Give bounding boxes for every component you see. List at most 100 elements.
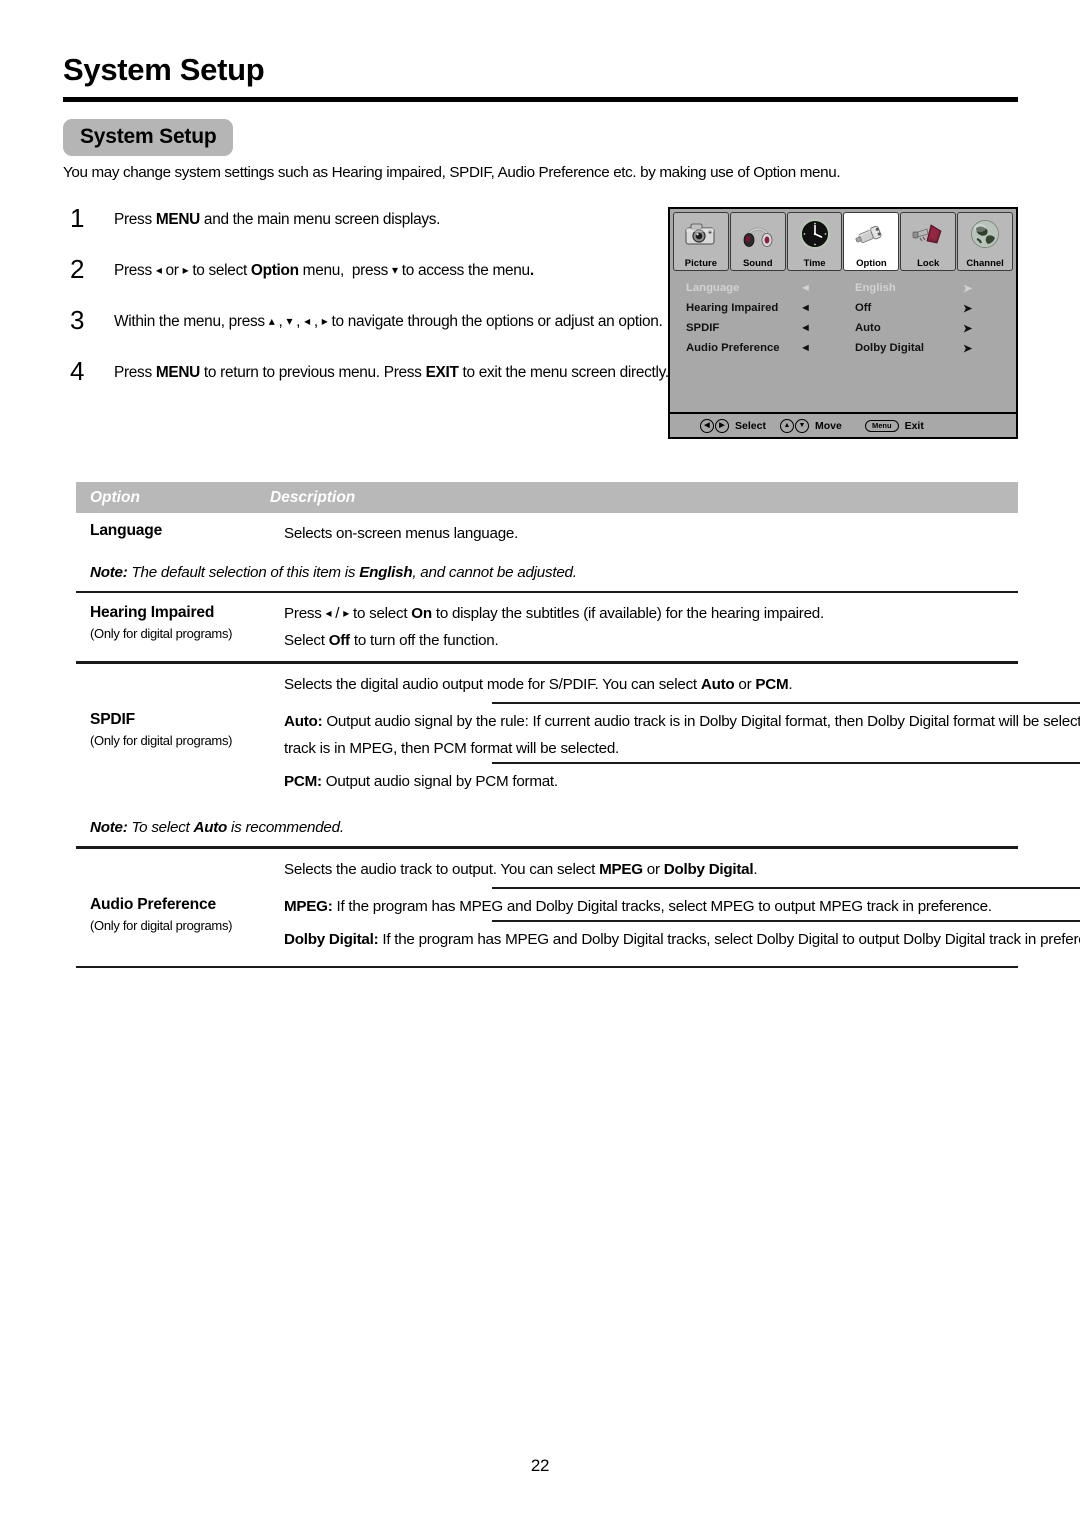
description-text: PCM: Output audio signal by PCM format. [284, 773, 558, 791]
table-note: Note: The default selection of this item… [90, 564, 577, 581]
osd-left-arrow-icon[interactable]: ◄ [800, 322, 855, 334]
osd-tab-sound[interactable]: Sound [729, 212, 786, 271]
description-text: Selects the digital audio output mode fo… [284, 675, 793, 693]
header-divider-rule [63, 97, 1018, 102]
description-text: Dolby Digital: If the program has MPEG a… [284, 930, 1080, 948]
table-divider-full [76, 965, 1018, 969]
osd-row-label: Hearing Impaired [686, 302, 779, 314]
steps-list: 1 Press MENU and the main menu screen dis… [70, 205, 670, 409]
osd-left-arrow-icon[interactable]: ◄ [800, 282, 855, 294]
osd-left-arrow-icon[interactable]: ◄ [800, 342, 855, 354]
description-text: Selects the audio track to output. You c… [284, 860, 758, 878]
option-name: Audio Preference [90, 895, 216, 913]
osd-footer-item: ▲ ▼ Move [780, 418, 842, 433]
osd-tab-option[interactable]: Option [843, 212, 900, 271]
description-text: Press ◂ / ▸ to select On to display the … [284, 605, 824, 623]
description-text: Auto: Output audio signal by the rule: I… [284, 712, 1080, 757]
step-text: Press ◂ or ▸ to select Option menu, pres… [114, 262, 534, 279]
step-text: Within the menu, press ▴ , ▾ , ◂ , ▸ to … [114, 313, 663, 330]
globe-icon [958, 216, 1012, 252]
osd-row-language[interactable]: Language ◄ English ➤ [670, 278, 1016, 298]
arrow-circle-icon: ◀ [700, 418, 714, 433]
table-cell-option: Audio Preference (Only for digital progra… [76, 856, 284, 935]
osd-footer-item: Menu Exit [865, 419, 924, 432]
option-subnote: (Only for digital programs) [90, 732, 233, 748]
plug-connector-icon [844, 216, 898, 252]
table-cell-option: SPDIF (Only for digital programs) [76, 671, 284, 750]
camera-icon [674, 216, 728, 252]
page-title-block: System Setup [63, 52, 1018, 88]
osd-tab-time[interactable]: Time [786, 212, 843, 271]
step-number: 2 [70, 254, 85, 284]
osd-footer-label: Move [815, 419, 842, 432]
left-right-arrow-icons: ◀ ▶ [700, 418, 729, 433]
osd-right-arrow-icon[interactable]: ➤ [963, 322, 1003, 335]
osd-tab-channel[interactable]: Channel [957, 212, 1013, 271]
osd-tab-lock[interactable]: Lock [900, 212, 957, 271]
arrow-circle-icon: ▶ [715, 418, 729, 433]
clock-icon [788, 216, 842, 252]
table-row: Hearing Impaired (Only for digital progra… [76, 600, 1018, 654]
options-table: Option Description Language Selects on-sc… [76, 482, 1080, 969]
option-subnote: (Only for digital programs) [90, 626, 233, 642]
table-header-description: Description [270, 488, 356, 506]
step-number: 4 [70, 356, 85, 386]
step-number: 3 [70, 305, 85, 335]
osd-row-value: Off [855, 302, 872, 314]
osd-right-arrow-icon[interactable]: ➤ [963, 342, 1003, 355]
osd-tab-label: Picture [684, 258, 718, 269]
table-cell-option: Hearing Impaired (Only for digital progra… [76, 600, 284, 643]
table-cell-description: Selects on-screen menus language. [284, 520, 1018, 551]
osd-row-label: Audio Preference [686, 342, 780, 354]
padlock-key-icon [901, 216, 955, 252]
osd-tab-label: Time [803, 258, 826, 269]
step-item: 4 Press MENU to return to previous menu. … [70, 358, 670, 385]
osd-right-arrow-icon[interactable]: ➤ [963, 302, 1003, 315]
osd-tab-picture[interactable]: Picture [673, 212, 729, 271]
page-title: System Setup [63, 52, 265, 87]
step-item: 2 Press ◂ or ▸ to select Option menu, pre… [70, 256, 670, 283]
osd-row-audio-preference[interactable]: Audio Preference ◄ Dolby Digital ➤ [670, 338, 1016, 358]
osd-left-arrow-icon[interactable]: ◄ [800, 302, 855, 314]
table-row: Audio Preference (Only for digital progra… [76, 856, 1080, 959]
table-cell-description: Selects the digital audio output mode fo… [284, 671, 1080, 801]
osd-tab-label: Option [856, 258, 887, 269]
headphones-icon [731, 216, 785, 252]
menu-button-pill-icon: Menu [865, 419, 899, 432]
osd-right-arrow-icon[interactable]: ➤ [963, 282, 1003, 295]
step-item: 1 Press MENU and the main menu screen dis… [70, 205, 670, 232]
option-subnote: (Only for digital programs) [90, 917, 233, 933]
intro-paragraph: You may change system settings such as H… [63, 164, 841, 181]
description-text: Selects on-screen menus language. [284, 525, 519, 542]
table-cell-option: Language [76, 520, 284, 542]
step-item: 3 Within the menu, press ▴ , ▾ , ◂ , ▸ to… [70, 307, 670, 334]
option-name: Language [90, 522, 163, 539]
document-page: System Setup System Setup You may change… [0, 0, 1080, 1527]
table-cell-description: Selects the audio track to output. You c… [284, 856, 1080, 959]
up-down-arrow-icons: ▲ ▼ [780, 418, 809, 433]
osd-icon-bar: Picture Sound Time Option Lock Channel [670, 209, 1016, 271]
option-name: SPDIF [90, 710, 135, 728]
osd-row-value: Auto [855, 322, 881, 334]
osd-footer-item: ◀ ▶ Select [700, 418, 766, 433]
osd-footer-bar: ◀ ▶ Select ▲ ▼ Move Menu Exit [670, 412, 1016, 437]
osd-tab-label: Sound [742, 258, 773, 269]
osd-tab-label: Lock [917, 258, 940, 269]
osd-footer-label: Select [735, 419, 766, 432]
osd-row-hearing-impaired[interactable]: Hearing Impaired ◄ Off ➤ [670, 298, 1016, 318]
osd-row-spdif[interactable]: SPDIF ◄ Auto ➤ [670, 318, 1016, 338]
osd-row-label: Language [686, 282, 740, 294]
description-text: Select Off to turn off the function. [284, 632, 499, 650]
osd-option-rows: Language ◄ English ➤ Hearing Impaired ◄ Off ➤ SP… [670, 271, 1016, 358]
osd-menu-panel: Picture Sound Time Option Lock Channel L… [668, 207, 1018, 439]
arrow-circle-icon: ▲ [780, 418, 794, 433]
osd-tab-label: Channel [966, 258, 1004, 269]
